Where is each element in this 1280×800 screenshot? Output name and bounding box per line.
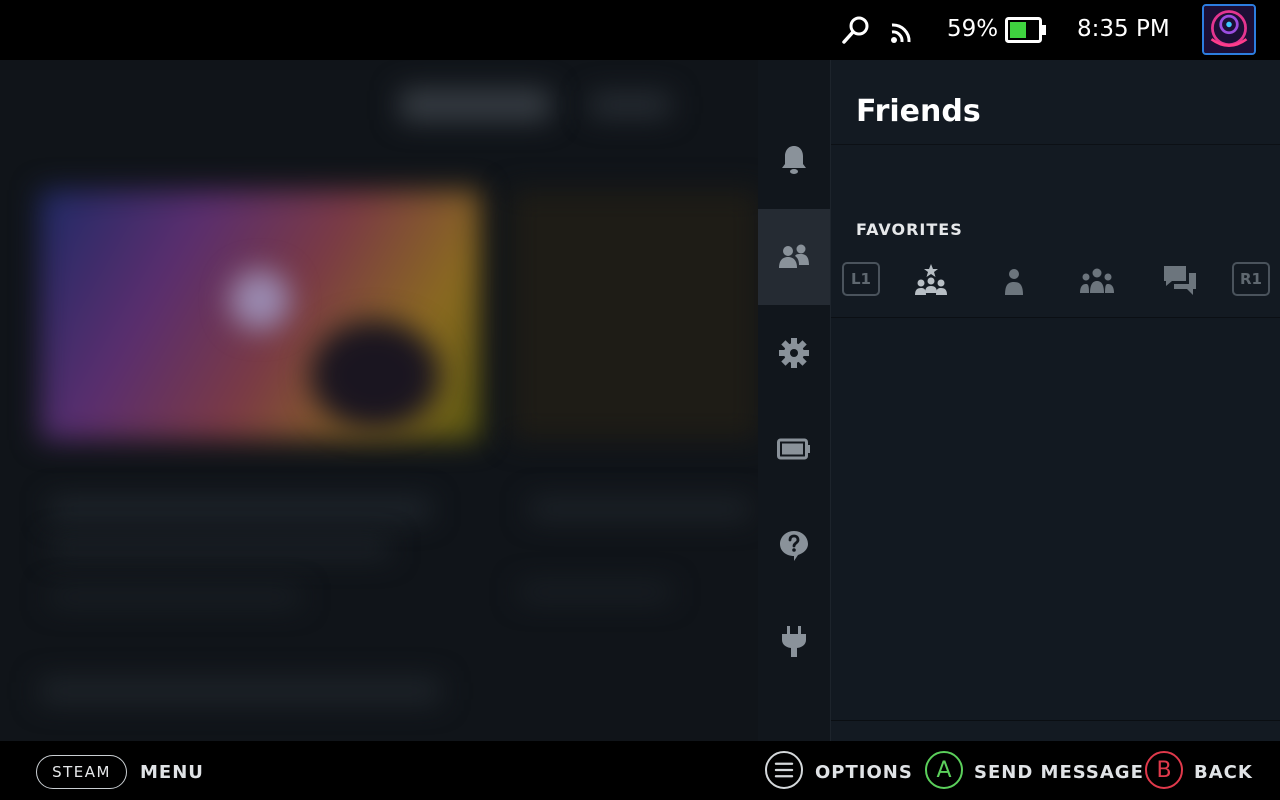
page-title: Friends — [856, 94, 981, 129]
battery-percent: 59% — [947, 16, 999, 42]
steam-button[interactable]: STEAM — [36, 755, 127, 789]
friends-icon — [779, 244, 809, 268]
battery-icon — [1005, 17, 1047, 43]
plug-icon — [782, 626, 806, 657]
tab-groups[interactable] — [1075, 259, 1119, 303]
battery-rail-icon — [777, 438, 810, 460]
favorites-friends-icon — [915, 264, 947, 295]
search-icon[interactable] — [840, 14, 872, 46]
tab-chats[interactable] — [1158, 259, 1202, 303]
rail-performance[interactable] — [758, 401, 830, 497]
rail-help[interactable] — [758, 497, 830, 593]
r1-bumper[interactable]: R1 — [1232, 262, 1270, 296]
status-bar: 59% 8:35 PM — [0, 0, 1280, 60]
quick-access-screen: 59% 8:35 PM Friends FAVORITES L1 R1 STEA… — [0, 0, 1280, 800]
title-divider — [831, 144, 1280, 145]
l1-bumper[interactable]: L1 — [842, 262, 880, 296]
friends-tabs: L1 R1 — [831, 255, 1280, 317]
friends-list[interactable] — [831, 318, 1280, 720]
bell-icon — [782, 146, 806, 174]
options-hint-label: OPTIONS — [815, 762, 913, 783]
a-button-icon[interactable]: A — [925, 751, 963, 789]
rail-friends[interactable] — [758, 209, 830, 305]
single-friend-icon — [1005, 269, 1023, 295]
list-divider — [831, 720, 1280, 721]
group-icon — [1080, 268, 1114, 293]
b-button-icon[interactable]: B — [1145, 751, 1183, 789]
rail-notifications[interactable] — [758, 112, 830, 208]
menu-hint-label: MENU — [140, 762, 204, 783]
tab-favorites[interactable] — [909, 259, 953, 303]
help-icon — [780, 531, 808, 561]
signal-icon — [888, 18, 918, 46]
friends-panel: Friends FAVORITES L1 R1 — [830, 60, 1280, 741]
rail-plugins[interactable] — [758, 593, 830, 689]
section-label: FAVORITES — [856, 220, 963, 239]
chat-icon — [1164, 266, 1196, 295]
gear-icon — [779, 338, 809, 368]
blurred-background — [0, 60, 758, 741]
avatar[interactable] — [1202, 4, 1256, 55]
rail-settings[interactable] — [758, 305, 830, 401]
back-hint-label: BACK — [1194, 762, 1253, 783]
send-message-hint-label: SEND MESSAGE — [974, 762, 1144, 783]
clock: 8:35 PM — [1077, 16, 1170, 42]
bottom-hint-bar: STEAM MENU OPTIONS A SEND MESSAGE B BACK — [0, 741, 1280, 800]
quick-access-rail — [758, 60, 830, 741]
options-button-icon[interactable] — [765, 751, 803, 789]
tab-friends[interactable] — [992, 259, 1036, 303]
